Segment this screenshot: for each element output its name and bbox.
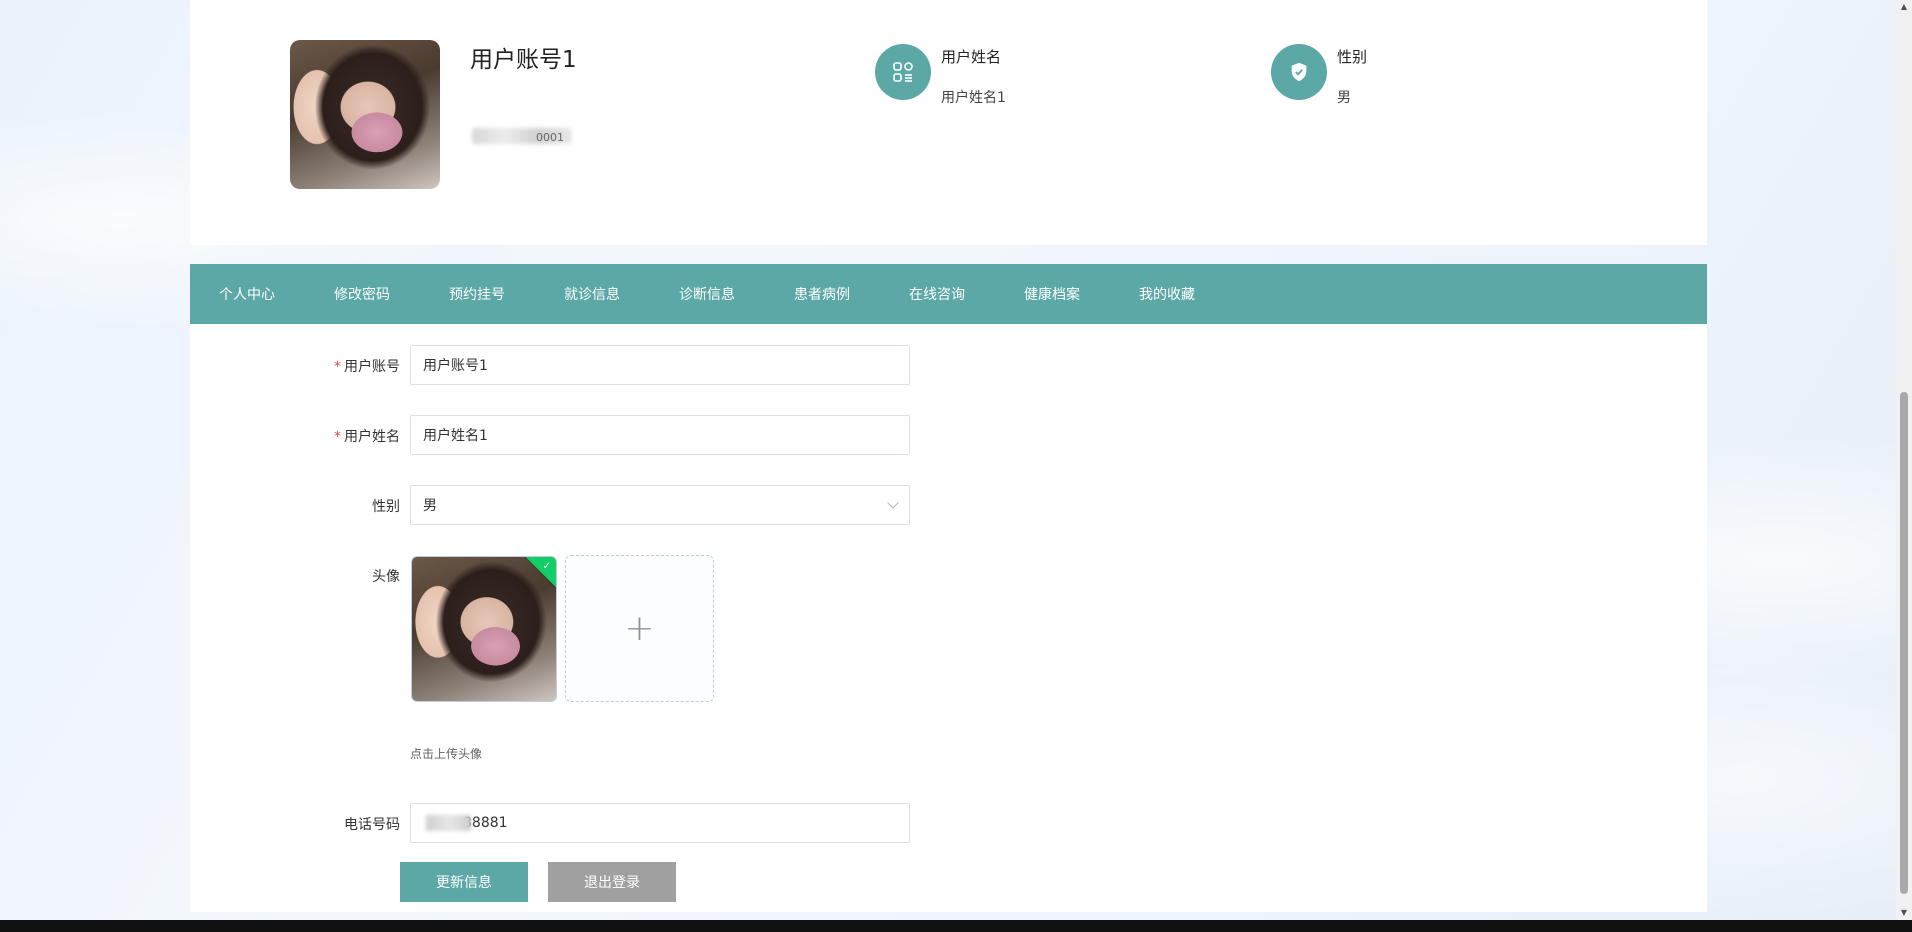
info-value-name: 用户姓名1 bbox=[941, 90, 1006, 106]
name-label: * 用户姓名 bbox=[280, 426, 400, 446]
profile-phone-tail: 0001 bbox=[536, 131, 564, 144]
scroll-down-icon[interactable]: ▼ bbox=[1899, 908, 1909, 918]
scrollbar-track[interactable]: ▲ ▼ bbox=[1896, 0, 1912, 920]
tab-change-password[interactable]: 修改密码 bbox=[334, 284, 390, 304]
tab-personal-center[interactable]: 个人中心 bbox=[219, 284, 275, 304]
shield-check-icon bbox=[1271, 44, 1327, 100]
info-label-name: 用户姓名 bbox=[941, 48, 1002, 66]
account-label: * 用户账号 bbox=[280, 356, 400, 376]
tab-visit-info[interactable]: 就诊信息 bbox=[564, 284, 620, 304]
phone-input[interactable]: 88881 bbox=[410, 803, 910, 843]
scrollbar-thumb[interactable] bbox=[1900, 392, 1908, 894]
chevron-down-icon bbox=[887, 497, 899, 509]
check-icon: ✓ bbox=[542, 561, 551, 572]
info-value-gender: 男 bbox=[1337, 90, 1351, 106]
tab-health-records[interactable]: 健康档案 bbox=[1024, 284, 1080, 304]
name-input-value: 用户姓名1 bbox=[423, 428, 488, 444]
gender-select-value: 男 bbox=[423, 498, 437, 514]
tab-online-consult[interactable]: 在线咨询 bbox=[909, 284, 965, 304]
required-mark: * bbox=[334, 429, 341, 445]
required-mark: * bbox=[334, 359, 341, 375]
tab-diagnosis-info[interactable]: 诊断信息 bbox=[679, 284, 735, 304]
logout-button[interactable]: 退出登录 bbox=[548, 862, 676, 902]
window-bottom-bar bbox=[0, 920, 1912, 932]
update-info-button[interactable]: 更新信息 bbox=[400, 862, 528, 902]
phone-blur-mask bbox=[426, 815, 471, 831]
avatar-thumbnail-photo bbox=[412, 557, 556, 701]
user-card-icon bbox=[875, 44, 931, 100]
scroll-up-icon[interactable]: ▲ bbox=[1899, 2, 1909, 12]
gender-label: 性别 bbox=[372, 499, 400, 515]
name-input[interactable]: 用户姓名1 bbox=[410, 415, 910, 455]
profile-avatar bbox=[290, 40, 440, 189]
tab-appointment[interactable]: 预约挂号 bbox=[449, 284, 505, 304]
gender-select[interactable]: 男 bbox=[410, 485, 910, 525]
avatar-upload-button[interactable]: + bbox=[565, 555, 714, 702]
avatar-photo bbox=[290, 40, 440, 189]
account-input-value: 用户账号1 bbox=[423, 358, 488, 374]
account-label-text: 用户账号 bbox=[344, 359, 400, 375]
phone-label: 电话号码 bbox=[344, 817, 400, 833]
info-label-gender: 性别 bbox=[1337, 48, 1368, 66]
profile-account-name: 用户账号1 bbox=[470, 47, 577, 73]
avatar-thumbnail[interactable]: ✓ bbox=[411, 556, 557, 702]
tab-patient-cases[interactable]: 患者病例 bbox=[794, 284, 850, 304]
upload-hint: 点击上传头像 bbox=[410, 747, 483, 761]
tab-my-favorites[interactable]: 我的收藏 bbox=[1139, 284, 1195, 304]
plus-icon: + bbox=[624, 608, 655, 649]
tab-bar: 个人中心 修改密码 预约挂号 就诊信息 诊断信息 患者病例 在线咨询 健康档案 … bbox=[190, 264, 1707, 324]
avatar-label: 头像 bbox=[372, 569, 400, 585]
name-label-text: 用户姓名 bbox=[344, 429, 400, 445]
account-input[interactable]: 用户账号1 bbox=[410, 345, 910, 385]
